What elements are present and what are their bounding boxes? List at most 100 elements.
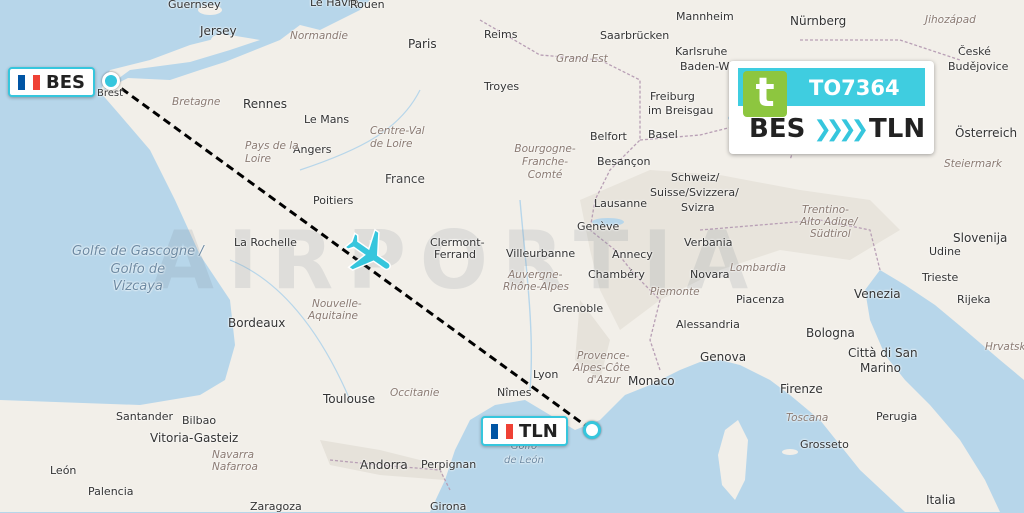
country-label: France [385,172,425,186]
place-label: Venezia [854,287,901,301]
route-summary: BES ❯❯❯❯ TLN [749,114,925,144]
place-label: Rouen [350,0,385,11]
france-flag-icon [491,423,513,439]
region-label: Normandie [290,30,348,42]
place-label: Italia [926,493,956,507]
flight-number: TO7364 [809,76,900,100]
region-label: Toscana [786,412,829,424]
place-label: León [50,464,77,477]
place-label: Budějovice [948,60,1009,73]
sea-label: Golfe de Gascogne / Golfo de Vizcaya [72,243,204,296]
place-label: Rennes [243,97,288,111]
place-label: Toulouse [323,392,376,406]
place-label: La Rochelle [234,236,297,249]
region-label: Nouvelle- [312,298,362,310]
origin-airport-tag[interactable]: BES [8,67,95,97]
place-label: Paris [408,37,437,51]
region-label: Centre-Val de Loire [370,125,425,150]
region-label: Rhône-Alpes [503,281,569,293]
place-label: Ferrand [434,248,477,261]
place-label: Guernsey [168,0,221,11]
route-arrows-icon: ❯❯❯❯ [813,116,869,142]
place-label: Santander [116,410,173,423]
place-label: Suisse/Svizzera/ [650,186,739,199]
place-label: Basel [648,128,678,141]
place-label: Bologna [806,326,855,340]
region-label: d'Azur [587,374,621,386]
region-label: Trentino- [802,204,849,216]
destination-marker[interactable] [583,421,601,439]
place-label: Österreich [955,126,1018,140]
place-label: Bilbao [182,414,217,427]
place-label: Trieste [922,271,959,284]
destination-code: TLN [519,420,558,442]
place-label: Mannheim [676,10,734,23]
place-label: Novara [690,268,730,281]
sea-label-line: de León [504,454,544,466]
place-label: Svizra [681,201,715,214]
place-label: Chambéry [588,268,645,281]
region-label: Alpes-Côte [573,362,630,374]
airline-logo: t [743,71,787,117]
region-label: Auvergne- [508,269,563,281]
place-label: Karlsruhe [675,45,728,58]
region-label: Steiermark [944,158,1002,170]
region-label: Grand Est [556,53,608,65]
place-label: Piacenza [736,293,785,306]
place-label: Girona [430,500,467,513]
place-label: Poitiers [313,194,354,207]
airplane-icon [343,228,391,271]
region-label: Navarra [212,449,255,461]
flight-info-card[interactable]: t TO7364 BES ❯❯❯❯ TLN [729,61,934,154]
place-label: Reims [484,28,518,41]
sea-label-line: Golfo de [110,261,166,277]
region-label: Lombardia [730,262,786,274]
place-label: Rijeka [957,293,991,306]
region-label: Pays de la Loire [245,140,299,165]
place-label: Monaco [628,374,675,388]
place-label: Grenoble [553,302,604,315]
place-label: Troyes [484,80,520,93]
place-label: Lausanne [594,197,648,210]
place-label: Slovenija [953,231,1008,245]
flight-header: t TO7364 [738,68,925,117]
destination-airport-tag[interactable]: TLN [481,416,568,446]
place-label: Jersey [200,24,237,38]
place-label: Schweiz/ [671,171,720,184]
place-label: Palencia [88,485,134,498]
place-label: Villeurbanne [506,247,576,260]
origin-marker[interactable] [102,72,120,90]
region-label: Jihozápad [925,14,976,26]
region-label: Nafarroa [212,461,258,473]
france-flag-icon [18,74,40,90]
place-label: Grosseto [800,438,849,451]
region-label: Occitanie [390,387,440,399]
place-label: Le Mans [304,113,350,126]
place-label: Perugia [876,410,918,423]
place-label: Alessandria [676,318,740,331]
origin-code: BES [46,71,85,93]
region-label: Südtirol [810,228,851,240]
place-label: Andorra [360,458,408,472]
place-label: Genève [577,220,620,233]
place-label: Annecy [612,248,653,261]
region-label: Bretagne [172,96,221,108]
place-label: Nürnberg [790,14,847,28]
place-label: Perpignan [421,458,477,471]
place-label: Lyon [533,368,559,381]
region-label: Alto Adige/ [800,216,858,228]
place-label: Udine [929,245,961,258]
route-destination: TLN [869,114,926,144]
place-label: Verbania [684,236,733,249]
place-label: Freiburg [650,90,695,103]
region-label: Provence- [577,350,630,362]
place-label: im Breisgau [648,104,714,117]
place-label: Besançon [597,155,651,168]
place-label: Bordeaux [228,316,286,330]
region-label: Piemonte [650,286,700,298]
route-origin: BES [749,114,806,144]
sea-label-line: Golfe de Gascogne / [72,244,204,259]
place-label: Genova [700,350,747,364]
place-label: Marino [860,361,901,375]
place-label: Zaragoza [250,500,302,513]
